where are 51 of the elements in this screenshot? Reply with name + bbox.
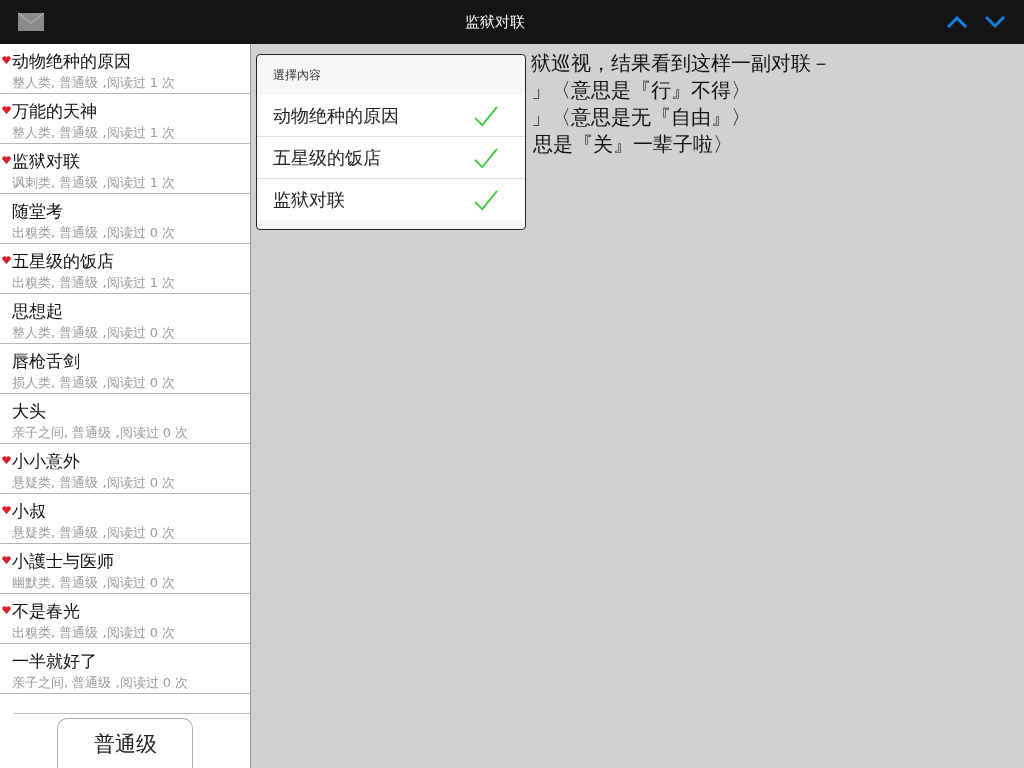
list-item[interactable]: 思想起 整人类, 普通级 ,阅读过 0 次 [0, 294, 250, 344]
item-title: 随堂考 [12, 199, 63, 223]
popover-item[interactable]: 五星级的饭店 [257, 137, 525, 179]
content-text: 」〈意思是无『自由』〉 [531, 104, 751, 131]
item-title: 思想起 [12, 299, 63, 323]
list-item[interactable]: 不是春光 出糗类, 普通级 ,阅读过 0 次 [0, 594, 250, 644]
item-title: 一半就好了 [12, 649, 97, 673]
item-title: 五星级的饭店 [12, 249, 114, 273]
item-title: 大头 [12, 399, 46, 423]
content-text: 」〈意思是『行』不得〉 [531, 77, 751, 104]
popover-title: 選擇內容 [272, 67, 322, 84]
item-title: 小護士与医师 [12, 549, 114, 573]
item-detail: 出糗类, 普通级 ,阅读过 0 次 [12, 224, 177, 242]
content-text: 狱巡视，结果看到这样一副对联－ [531, 50, 831, 77]
item-detail: 亲子之间, 普通级 ,阅读过 0 次 [12, 424, 190, 442]
item-title: 小小意外 [12, 449, 80, 473]
popover-item[interactable]: 监狱对联 [257, 179, 525, 220]
item-detail: 悬疑类, 普通级 ,阅读过 0 次 [12, 524, 177, 542]
item-detail: 损人类, 普通级 ,阅读过 0 次 [12, 374, 177, 392]
item-detail: 整人类, 普通级 ,阅读过 1 次 [12, 124, 177, 142]
item-title: 小叔 [12, 499, 46, 523]
list-item[interactable]: 万能的天神 整人类, 普通级 ,阅读过 1 次 [0, 94, 250, 144]
item-detail: 整人类, 普通级 ,阅读过 1 次 [12, 74, 177, 92]
chevron-down-icon[interactable] [984, 15, 1006, 29]
item-title: 不是春光 [12, 599, 80, 623]
item-title: 唇枪舌剑 [12, 349, 80, 373]
chevron-up-icon[interactable] [946, 15, 968, 29]
segment-button[interactable]: 普通级 [57, 718, 193, 768]
item-detail: 整人类, 普通级 ,阅读过 0 次 [12, 324, 177, 342]
item-detail: 出糗类, 普通级 ,阅读过 1 次 [12, 274, 177, 292]
list-item[interactable]: 唇枪舌剑 损人类, 普通级 ,阅读过 0 次 [0, 344, 250, 394]
popover-item[interactable]: 动物绝种的原因 [257, 95, 525, 137]
list-item[interactable]: 一半就好了 亲子之间, 普通级 ,阅读过 0 次 [0, 644, 250, 694]
item-detail: 讽刺类, 普通级 ,阅读过 1 次 [12, 174, 177, 192]
item-title: 动物绝种的原因 [12, 49, 131, 73]
list-item[interactable]: 大头 亲子之间, 普通级 ,阅读过 0 次 [0, 394, 250, 444]
list-item[interactable]: 小小意外 悬疑类, 普通级 ,阅读过 0 次 [0, 444, 250, 494]
item-detail: 亲子之间, 普通级 ,阅读过 0 次 [12, 674, 190, 692]
item-detail: 悬疑类, 普通级 ,阅读过 0 次 [12, 474, 177, 492]
list-item[interactable]: 监狱对联 讽刺类, 普通级 ,阅读过 1 次 [0, 144, 250, 194]
list-item[interactable]: 动物绝种的原因 整人类, 普通级 ,阅读过 1 次 [0, 44, 250, 94]
item-detail: 幽默类, 普通级 ,阅读过 0 次 [12, 574, 177, 592]
list-item[interactable]: 五星级的饭店 出糗类, 普通级 ,阅读过 1 次 [0, 244, 250, 294]
list-item[interactable]: 小叔 悬疑类, 普通级 ,阅读过 0 次 [0, 494, 250, 544]
item-detail: 出糗类, 普通级 ,阅读过 0 次 [12, 624, 177, 642]
content-text: 思是『关』一辈子啦〉 [533, 131, 733, 158]
list-item[interactable]: 随堂考 出糗类, 普通级 ,阅读过 0 次 [0, 194, 250, 244]
nav-title: 监狱对联 [465, 12, 525, 32]
item-title: 万能的天神 [12, 99, 97, 123]
list-item[interactable]: 小護士与医师 幽默类, 普通级 ,阅读过 0 次 [0, 544, 250, 594]
item-title: 监狱对联 [12, 149, 80, 173]
